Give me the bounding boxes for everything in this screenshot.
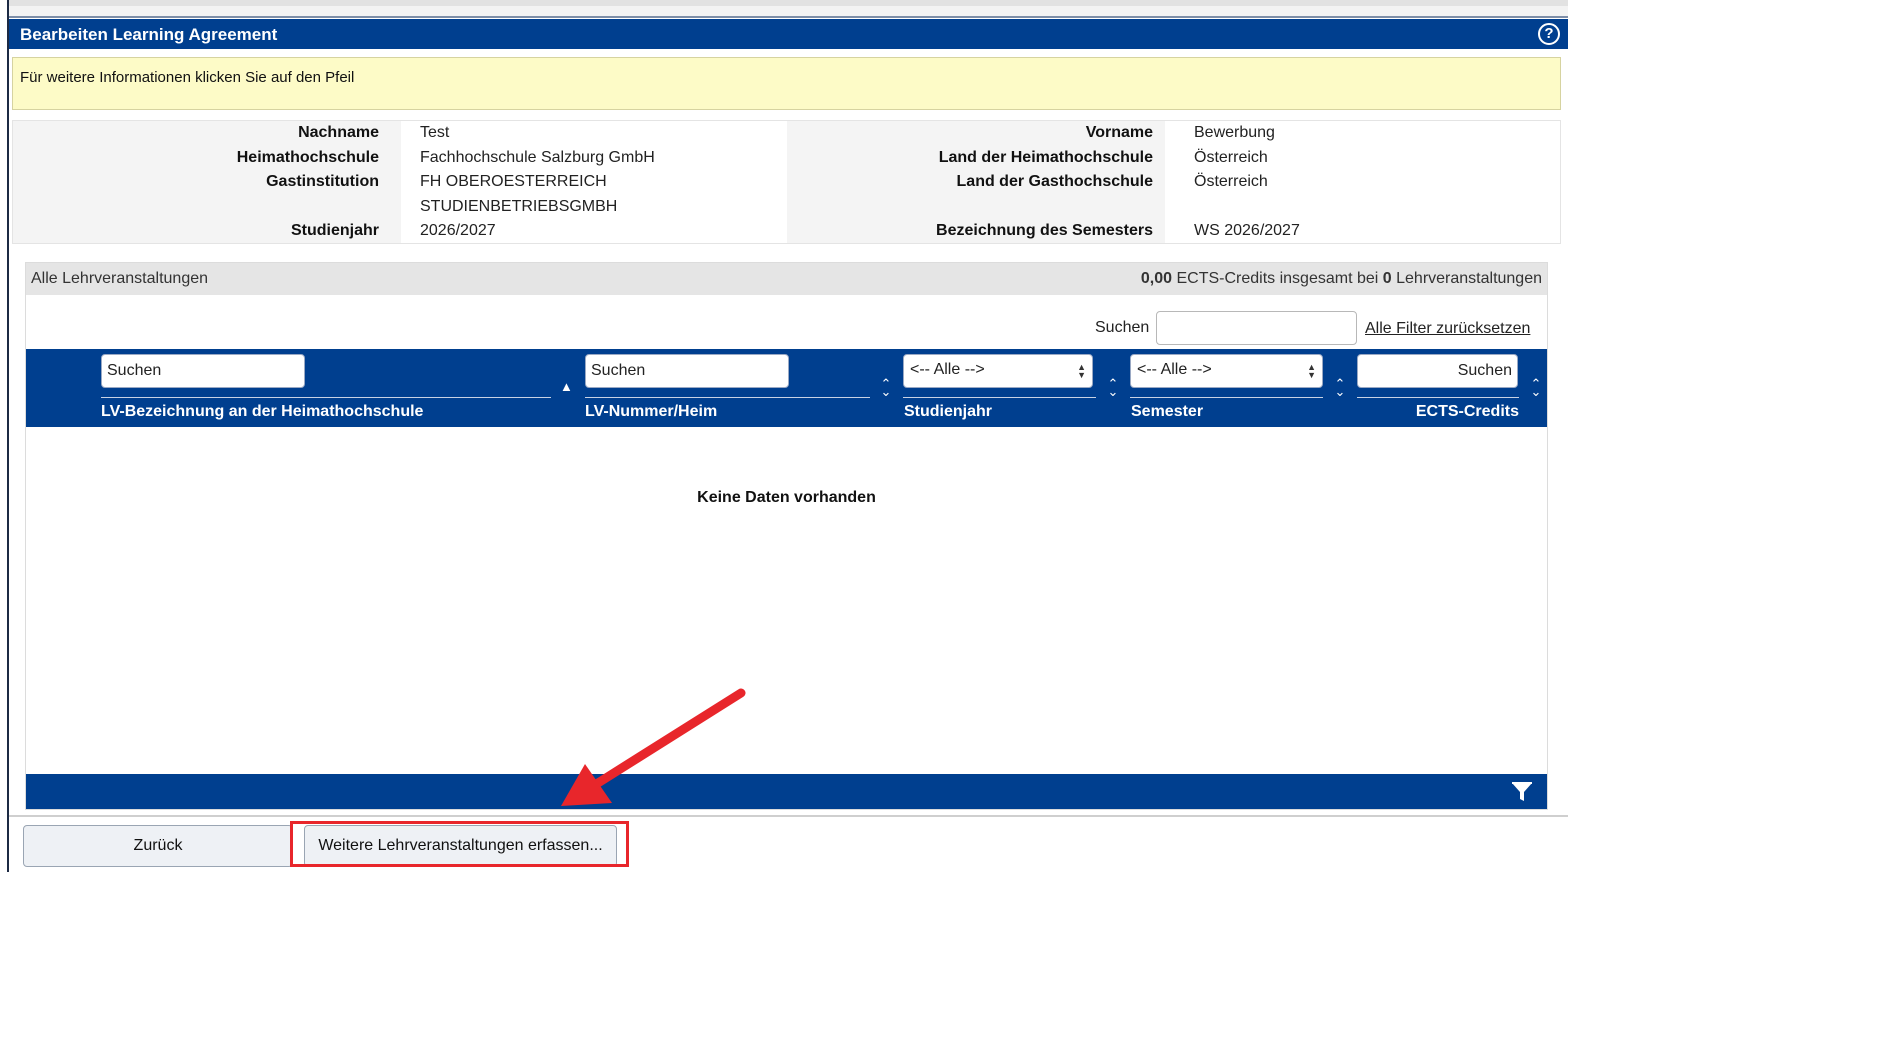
filter-studienjahr-value: <-- Alle --> — [910, 361, 985, 378]
column-header-semester[interactable]: Semester — [1131, 403, 1203, 421]
heimathochschule-value: Fachhochschule Salzburg GmbH — [420, 149, 655, 166]
column-header-ects-credits[interactable]: ECTS-Credits — [1357, 403, 1519, 421]
filter-lv-bezeichnung[interactable]: Suchen — [101, 354, 305, 388]
info-message-text: Für weitere Informationen klicken Sie au… — [20, 69, 355, 86]
land-heimat-label: Land der Heimathochschule — [938, 149, 1153, 166]
courses-table-footer — [26, 774, 1547, 809]
column-underline — [585, 397, 870, 398]
ects-summary-end: Lehrveranstaltungen — [1391, 270, 1542, 287]
courses-panel-header: Alle Lehrveranstaltungen 0,00 ECTS-Credi… — [26, 263, 1547, 295]
column-header-lv-bezeichnung[interactable]: LV-Bezeichnung an der Heimathochschule — [101, 403, 423, 421]
filter-ects-credits[interactable]: Suchen — [1357, 354, 1518, 388]
column-header-lv-nummer[interactable]: LV-Nummer/Heim — [585, 403, 717, 421]
gastinstitution-label: Gastinstitution — [266, 173, 379, 190]
semester-value: WS 2026/2027 — [1194, 222, 1300, 239]
land-gast-label: Land der Gasthochschule — [956, 173, 1153, 190]
sort-ascending-icon[interactable]: ▲ — [560, 380, 573, 393]
nachname-value: Test — [420, 124, 450, 141]
window-left-border — [7, 0, 9, 872]
column-underline — [1357, 397, 1519, 398]
gastinstitution-value-line2: STUDIENBETRIEBSGMBH — [420, 198, 618, 215]
nachname-label: Nachname — [298, 124, 379, 141]
column-underline — [101, 397, 551, 398]
select-arrows-icon: ▲ ▼ — [1077, 362, 1086, 380]
studienjahr-label: Studienjahr — [290, 222, 379, 239]
student-info-panel: Nachname Test Heimathochschule Fachhochs… — [12, 120, 1561, 244]
courses-table-header: Suchen LV-Bezeichnung an der Heimathochs… — [26, 349, 1547, 427]
courses-panel: Alle Lehrveranstaltungen 0,00 ECTS-Credi… — [25, 262, 1548, 810]
sort-both-icon[interactable]: ⌃ ⌄ — [1334, 377, 1346, 398]
course-count: 0 — [1382, 270, 1392, 287]
select-arrows-icon: ▲ ▼ — [1307, 362, 1316, 380]
column-underline — [903, 397, 1096, 398]
sort-both-icon[interactable]: ⌃ ⌄ — [880, 377, 892, 398]
ects-summary: 0,00 ECTS-Credits insgesamt bei 0 Lehrve… — [1141, 270, 1542, 288]
window-top-border — [8, 0, 1568, 18]
info-message-box: Für weitere Informationen klicken Sie au… — [12, 57, 1561, 110]
annotation-highlight-box — [290, 821, 629, 867]
courses-heading: Alle Lehrveranstaltungen — [31, 270, 209, 287]
reset-filters-link[interactable]: Alle Filter zurücksetzen — [1365, 320, 1530, 338]
footer-divider — [9, 815, 1568, 817]
filter-studienjahr-select[interactable]: <-- Alle --> ▲ ▼ — [903, 354, 1093, 388]
sort-both-icon[interactable]: ⌃ ⌄ — [1530, 377, 1542, 398]
empty-table-message: Keine Daten vorhanden — [697, 489, 876, 506]
back-button[interactable]: Zurück — [23, 825, 293, 867]
studienjahr-value: 2026/2027 — [420, 222, 496, 239]
filter-lv-nummer[interactable]: Suchen — [585, 354, 789, 388]
question-circle-icon[interactable]: ? — [1538, 23, 1560, 45]
column-underline — [1130, 397, 1323, 398]
land-heimat-value: Österreich — [1194, 149, 1268, 166]
land-gast-value: Österreich — [1194, 173, 1268, 190]
ects-total: 0,00 — [1140, 270, 1173, 287]
vorname-value: Bewerbung — [1194, 124, 1275, 141]
sort-both-icon[interactable]: ⌃ ⌄ — [1107, 377, 1119, 398]
filter-semester-value: <-- Alle --> — [1137, 361, 1212, 378]
column-header-studienjahr[interactable]: Studienjahr — [904, 403, 992, 421]
filter-semester-select[interactable]: <-- Alle --> ▲ ▼ — [1130, 354, 1323, 388]
global-search-label: Suchen — [1095, 319, 1150, 336]
heimathochschule-label: Heimathochschule — [236, 149, 379, 166]
filter-funnel-icon[interactable] — [1511, 781, 1533, 803]
dialog-title: Bearbeiten Learning Agreement — [20, 25, 278, 44]
vorname-label: Vorname — [1085, 124, 1153, 141]
global-search-input[interactable] — [1156, 311, 1357, 345]
semester-label: Bezeichnung des Semesters — [936, 222, 1153, 239]
gastinstitution-value-line1: FH OBEROESTERREICH — [420, 173, 607, 190]
ects-summary-mid: ECTS-Credits insgesamt bei — [1172, 270, 1383, 287]
dialog-titlebar: Bearbeiten Learning Agreement ? — [9, 19, 1568, 49]
